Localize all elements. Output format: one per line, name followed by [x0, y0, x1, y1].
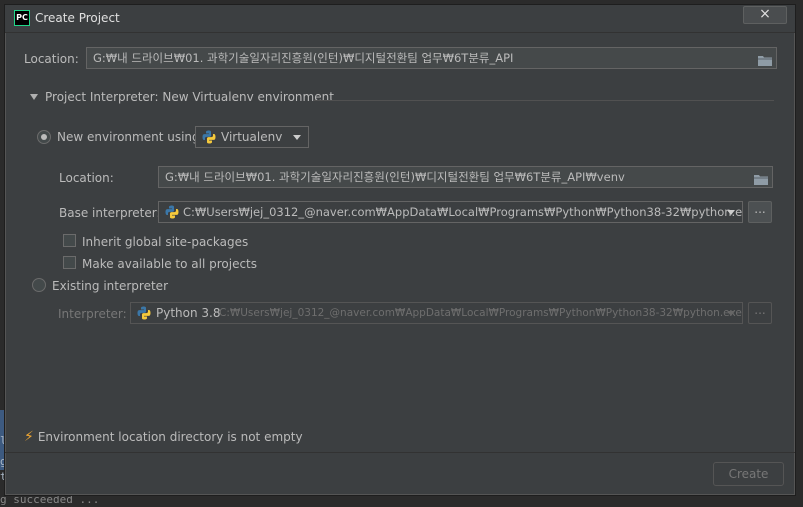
base-interpreter-select[interactable]: C:₩Users₩jej_0312_@naver.com₩AppData₩Loc…	[158, 201, 743, 223]
pycharm-logo-icon: PC	[14, 10, 30, 26]
new-environment-radio[interactable]	[37, 130, 51, 144]
inherit-site-packages-label: Inherit global site-packages	[82, 235, 249, 249]
title-bar: PC Create Project ×	[5, 5, 795, 33]
base-interpreter-browse-button[interactable]: ...	[748, 201, 772, 223]
base-interpreter-value: C:₩Users₩jej_0312_@naver.com₩AppData₩Loc…	[183, 205, 743, 219]
venv-location-field[interactable]: G:₩내 드라이브₩01. 과학기술일자리진흥원(인턴)₩디지털전환팀 업무₩6…	[158, 166, 773, 188]
existing-interpreter-select[interactable]: Python 3.8 C:₩Users₩jej_0312_@naver.com₩…	[130, 302, 743, 324]
environment-tool-select[interactable]: Virtualenv	[195, 126, 309, 148]
venv-location-value: G:₩내 드라이브₩01. 과학기술일자리진흥원(인턴)₩디지털전환팀 업무₩6…	[165, 170, 625, 184]
make-available-label: Make available to all projects	[82, 257, 258, 271]
create-button[interactable]: Create	[713, 462, 784, 486]
lightning-icon: ⚡	[24, 429, 34, 445]
base-interpreter-label: Base interpreter:	[59, 206, 161, 220]
location-value: G:₩내 드라이브₩01. 과학기술일자리진흥원(인턴)₩디지털전환팀 업무₩6…	[93, 51, 514, 65]
warning-message: ⚡ Environment location directory is not e…	[24, 429, 303, 445]
environment-tool-value: Virtualenv	[221, 130, 283, 144]
make-available-checkbox[interactable]	[63, 256, 76, 269]
python-icon	[137, 306, 151, 320]
dialog-content: Location: G:₩내 드라이브₩01. 과학기술일자리진흥원(인턴)₩디…	[14, 44, 777, 450]
section-divider	[314, 100, 774, 101]
inherit-site-packages-checkbox[interactable]	[63, 234, 76, 247]
interpreter-section-header[interactable]: Project Interpreter: New Virtualenv envi…	[30, 90, 334, 104]
create-project-dialog: PC Create Project × Location: G:₩내 드라이브₩…	[4, 4, 796, 496]
dropdown-arrow-icon	[727, 210, 735, 215]
python-icon	[202, 130, 216, 144]
close-button[interactable]: ×	[743, 6, 787, 24]
interpreter-section-title: Project Interpreter: New Virtualenv envi…	[45, 90, 334, 104]
dialog-title: Create Project	[35, 11, 120, 25]
folder-icon[interactable]	[758, 52, 772, 66]
expand-triangle-icon	[30, 93, 38, 100]
folder-icon[interactable]	[754, 171, 768, 185]
location-label: Location:	[24, 52, 79, 66]
existing-interpreter-path: C:₩Users₩jej_0312_@naver.com₩AppData₩Loc…	[219, 307, 742, 319]
existing-interpreter-label: Existing interpreter	[52, 279, 168, 293]
dropdown-arrow-icon	[293, 135, 301, 140]
warning-text: Environment location directory is not em…	[37, 430, 303, 444]
existing-interpreter-browse-button[interactable]: ...	[748, 302, 772, 324]
new-environment-label: New environment using	[57, 130, 200, 144]
existing-interpreter-name: Python 3.8	[156, 306, 221, 320]
python-icon	[165, 205, 179, 219]
interpreter-label: Interpreter:	[58, 307, 127, 321]
footer-divider	[5, 452, 795, 453]
location-field[interactable]: G:₩내 드라이브₩01. 과학기술일자리진흥원(인턴)₩디지털전환팀 업무₩6…	[86, 47, 777, 69]
dropdown-arrow-icon	[727, 311, 735, 316]
existing-interpreter-radio[interactable]	[32, 278, 46, 292]
venv-location-label: Location:	[59, 171, 114, 185]
